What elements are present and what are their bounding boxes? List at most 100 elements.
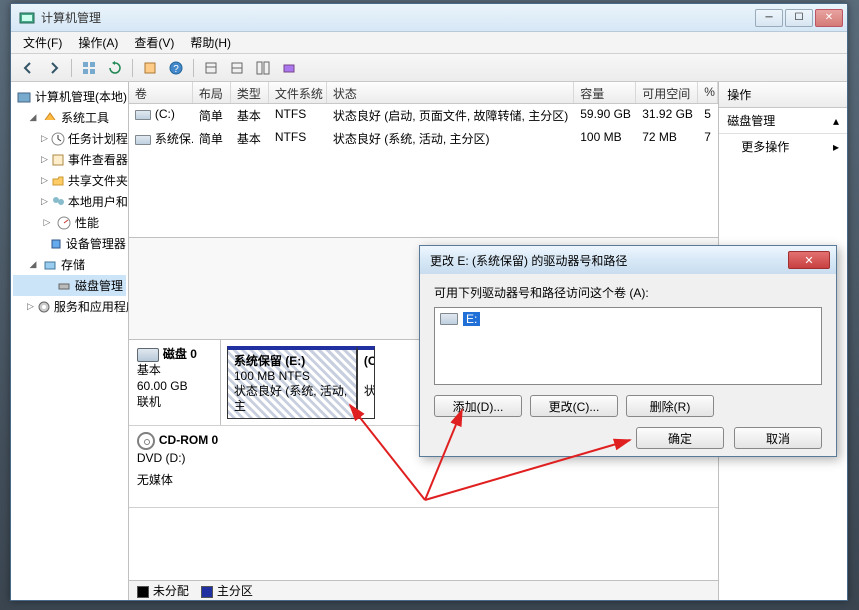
cell: 59.90 GB <box>574 105 636 126</box>
window-title: 计算机管理 <box>41 9 755 26</box>
tree-perf[interactable]: ▷性能 <box>13 212 126 233</box>
disk-icon <box>137 348 159 362</box>
partition-status: 状 <box>364 384 368 399</box>
menu-help[interactable]: 帮助(H) <box>184 32 237 53</box>
actions-more-label: 更多操作 <box>741 138 789 155</box>
change-button[interactable]: 更改(C)... <box>530 395 618 417</box>
tree-shared[interactable]: ▷共享文件夹 <box>13 170 126 191</box>
cdrom-header: CD-ROM 0 <box>159 433 218 447</box>
disk-state: 联机 <box>137 394 212 410</box>
tree-eventvwr[interactable]: ▷事件查看器 <box>13 149 126 170</box>
add-button[interactable]: 添加(D)... <box>434 395 522 417</box>
col-type[interactable]: 类型 <box>231 82 269 103</box>
maximize-button[interactable]: ☐ <box>785 9 813 27</box>
toolbar-icon-3[interactable] <box>252 57 274 79</box>
properties-button[interactable] <box>139 57 161 79</box>
cell: 状态良好 (系统, 活动, 主分区) <box>327 128 574 149</box>
col-pct[interactable]: % <box>698 82 718 103</box>
menu-action[interactable]: 操作(A) <box>72 32 124 53</box>
partition-title: 系统保留 (E:) <box>234 354 305 368</box>
legend-unalloc-icon <box>137 586 149 598</box>
legend-primary-label: 主分区 <box>217 584 253 598</box>
toolbar-icon-4[interactable] <box>278 57 300 79</box>
cell: 系统保... <box>155 132 193 146</box>
tree-label: 存储 <box>61 256 85 273</box>
cell: 5 <box>698 105 718 126</box>
volume-icon <box>135 110 151 120</box>
col-free[interactable]: 可用空间 <box>636 82 698 103</box>
change-drive-letter-dialog: 更改 E: (系统保留) 的驱动器号和路径 ✕ 可用下列驱动器号和路径访问这个卷… <box>419 245 837 457</box>
back-button[interactable] <box>17 57 39 79</box>
tree-services[interactable]: ▷服务和应用程序 <box>13 296 126 317</box>
tree-label: 共享文件夹 <box>68 172 128 189</box>
collapse-icon: ▴ <box>833 114 839 128</box>
tree-diskmgmt[interactable]: 磁盘管理 <box>13 275 126 296</box>
cdrom-icon <box>137 432 155 450</box>
tree-label: 本地用户和组 <box>68 193 129 210</box>
col-fs[interactable]: 文件系统 <box>269 82 327 103</box>
ok-button[interactable]: 确定 <box>636 427 724 449</box>
table-row[interactable]: 系统保... 简单 基本 NTFS 状态良好 (系统, 活动, 主分区) 100… <box>129 127 718 150</box>
tree-label: 任务计划程序 <box>68 130 129 147</box>
actions-section-label: 磁盘管理 <box>727 112 775 129</box>
tree-systools[interactable]: ◢系统工具 <box>13 107 126 128</box>
col-layout[interactable]: 布局 <box>193 82 231 103</box>
disk-info[interactable]: 磁盘 0 基本 60.00 GB 联机 <box>129 340 221 425</box>
tree-root[interactable]: 计算机管理(本地) <box>13 86 126 107</box>
table-row[interactable]: (C:) 简单 基本 NTFS 状态良好 (启动, 页面文件, 故障转储, 主分… <box>129 104 718 127</box>
volume-list[interactable]: (C:) 简单 基本 NTFS 状态良好 (启动, 页面文件, 故障转储, 主分… <box>129 104 718 238</box>
volume-icon <box>135 135 151 145</box>
cancel-button[interactable]: 取消 <box>734 427 822 449</box>
col-status[interactable]: 状态 <box>327 82 574 103</box>
toolbar-view-icon[interactable] <box>78 57 100 79</box>
partition-system-reserved[interactable]: 系统保留 (E:) 100 MB NTFS 状态良好 (系统, 活动, 主 <box>227 346 357 419</box>
tree-tasksched[interactable]: ▷任务计划程序 <box>13 128 126 149</box>
partition-c[interactable]: (C 状 <box>357 346 375 419</box>
titlebar: 计算机管理 ─ ☐ ✕ <box>11 4 847 32</box>
app-icon <box>19 10 35 26</box>
actions-more[interactable]: 更多操作 ▸ <box>719 134 847 159</box>
tree-localusers[interactable]: ▷本地用户和组 <box>13 191 126 212</box>
cell: 状态良好 (启动, 页面文件, 故障转储, 主分区) <box>327 105 574 126</box>
cell: 31.92 GB <box>636 105 698 126</box>
navigation-tree[interactable]: 计算机管理(本地) ◢系统工具 ▷任务计划程序 ▷事件查看器 ▷共享文件夹 ▷本… <box>11 82 129 600</box>
menu-view[interactable]: 查看(V) <box>128 32 180 53</box>
tree-label: 磁盘管理 <box>75 277 123 294</box>
dialog-label: 可用下列驱动器号和路径访问这个卷 (A): <box>434 284 822 301</box>
col-volume[interactable]: 卷 <box>129 82 193 103</box>
toolbar-icon-2[interactable] <box>226 57 248 79</box>
cell: 基本 <box>231 105 269 126</box>
dialog-close-button[interactable]: ✕ <box>788 251 830 269</box>
help-button[interactable]: ? <box>165 57 187 79</box>
refresh-button[interactable] <box>104 57 126 79</box>
cell: 基本 <box>231 128 269 149</box>
close-button[interactable]: ✕ <box>815 9 843 27</box>
menu-file[interactable]: 文件(F) <box>17 32 68 53</box>
svg-text:?: ? <box>173 64 179 75</box>
legend-unalloc-label: 未分配 <box>153 584 189 598</box>
list-item-label: E: <box>463 312 480 326</box>
dialog-title: 更改 E: (系统保留) 的驱动器号和路径 <box>430 252 788 269</box>
minimize-button[interactable]: ─ <box>755 9 783 27</box>
forward-button[interactable] <box>43 57 65 79</box>
actions-section[interactable]: 磁盘管理 ▴ <box>719 108 847 134</box>
disk-header: 磁盘 0 <box>163 347 197 361</box>
col-capacity[interactable]: 容量 <box>574 82 636 103</box>
cell: 简单 <box>193 128 231 149</box>
tree-label: 事件查看器 <box>68 151 128 168</box>
partition-status: 状态良好 (系统, 活动, 主 <box>234 384 350 414</box>
list-item[interactable]: E: <box>438 311 818 327</box>
dialog-titlebar: 更改 E: (系统保留) 的驱动器号和路径 ✕ <box>420 246 836 274</box>
tree-devmgr[interactable]: 设备管理器 <box>13 233 126 254</box>
remove-button[interactable]: 删除(R) <box>626 395 714 417</box>
legend: 未分配 主分区 <box>129 580 718 600</box>
drive-icon <box>440 313 458 325</box>
partition-size: 100 MB NTFS <box>234 369 350 384</box>
disk-type: 基本 <box>137 362 212 378</box>
cell: 72 MB <box>636 128 698 149</box>
toolbar-icon-1[interactable] <box>200 57 222 79</box>
tree-label: 设备管理器 <box>66 235 126 252</box>
cell: NTFS <box>269 105 327 126</box>
tree-storage[interactable]: ◢存储 <box>13 254 126 275</box>
drive-letter-listbox[interactable]: E: <box>434 307 822 385</box>
